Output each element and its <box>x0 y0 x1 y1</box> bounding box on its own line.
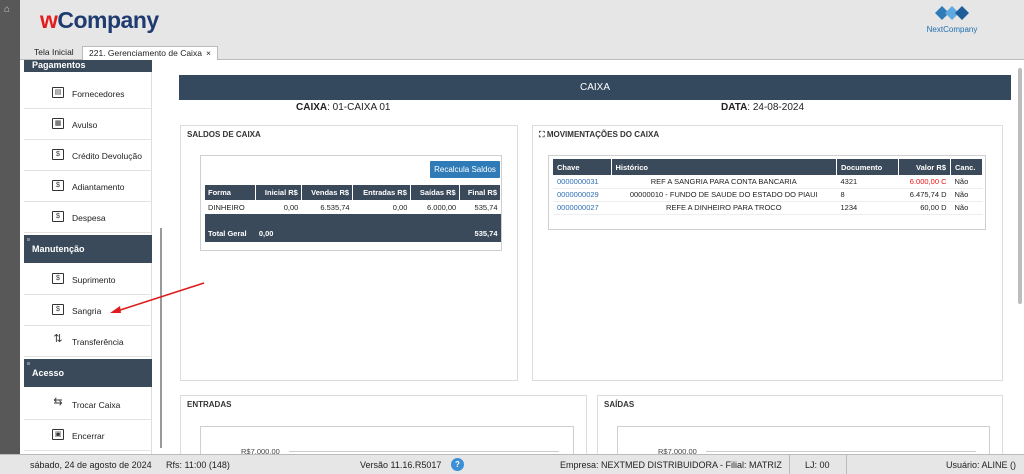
saldos-panel: SALDOS DE CAIXA Recalcula Saldos Forma I… <box>180 125 518 381</box>
sidebar-section-manutencao: Manutenção <box>24 235 152 263</box>
swap-icon: ⇆ <box>53 396 63 408</box>
movimentacoes-table: Chave Histórico Documento Valor R$ Canc.… <box>553 159 983 215</box>
sidebar-item-transferencia[interactable]: ⇅ Transferência <box>24 326 152 357</box>
app-side-strip: ⌂ <box>0 0 20 454</box>
saldos-title: SALDOS DE CAIXA <box>187 130 261 139</box>
saidas-chart: R$7.000,00 <box>617 426 990 456</box>
register-icon: ▦ <box>52 118 64 129</box>
col-chave[interactable]: Chave <box>553 159 612 175</box>
status-date: sábado, 24 de agosto de 2024 <box>30 460 152 470</box>
chave-link[interactable]: 0000000029 <box>553 188 611 202</box>
help-icon[interactable]: ? <box>451 458 464 471</box>
saldos-header-row: Forma Inicial R$ Vendas R$ Entradas R$ S… <box>205 185 502 200</box>
sidebar-item-encerrar[interactable]: ▣ Encerrar <box>24 420 152 451</box>
col-saidas[interactable]: Saídas R$ <box>410 185 460 200</box>
entradas-gridline <box>289 451 559 452</box>
table-row[interactable]: 0000000029 00000010 - FUNDO DE SAUDE DO … <box>553 188 983 202</box>
col-historico[interactable]: Histórico <box>611 159 837 175</box>
entradas-chart: R$7.000,00 <box>200 426 574 456</box>
col-documento[interactable]: Documento <box>836 159 899 175</box>
status-version: Versão 11.16.R5017 <box>360 460 442 470</box>
data-info: DATA: 24-08-2024 <box>721 102 805 113</box>
saldos-table: Forma Inicial R$ Vendas R$ Entradas R$ S… <box>205 185 502 242</box>
transfer-arrows-icon: ⇅ <box>53 333 63 345</box>
cash-in-icon: $ <box>52 273 64 284</box>
mov-header-row: Chave Histórico Documento Valor R$ Canc. <box>553 159 983 175</box>
col-inicial[interactable]: Inicial R$ <box>255 185 302 200</box>
col-canc[interactable]: Canc. <box>950 159 983 175</box>
cash-out-icon: $ <box>52 304 64 315</box>
diamond-logo-icon <box>935 6 969 20</box>
cash-register-icon: ▣ <box>52 429 64 440</box>
movimentacoes-box: Chave Histórico Documento Valor R$ Canc.… <box>548 155 986 230</box>
tab-bar: Tela Inicial 221. Gerenciamento de Caixa… <box>20 44 1024 60</box>
app-header: wCompany NextCompany <box>20 0 1024 44</box>
total-row: Total Geral 0,00 535,74 <box>205 224 501 242</box>
col-final[interactable]: Final R$ <box>459 185 502 200</box>
movimentacoes-panel: ⛶ MOVIMENTAÇÕES DO CAIXA Chave Histórico… <box>532 125 1003 381</box>
saidas-gridline <box>706 451 976 452</box>
annotation-arrow-icon <box>110 282 205 313</box>
document-money-icon: $ <box>52 211 64 222</box>
sidebar-item-avulso[interactable]: ▦ Avulso <box>24 109 152 140</box>
table-spacer-row <box>205 214 501 224</box>
status-bar: sábado, 24 de agosto de 2024 Rfs: 11:00 … <box>0 454 1024 474</box>
saldos-box: Recalcula Saldos Forma Inicial R$ Vendas… <box>200 155 502 251</box>
col-entradas[interactable]: Entradas R$ <box>352 185 411 200</box>
table-row[interactable]: 0000000031 REF A SANGRIA PARA CONTA BANC… <box>553 175 983 189</box>
tab-tela-inicial[interactable]: Tela Inicial <box>28 46 80 60</box>
status-loja: LJ: 00 <box>805 460 830 470</box>
truck-icon: ▤ <box>52 87 64 98</box>
entradas-title: ENTRADAS <box>187 400 232 409</box>
table-row[interactable]: 0000000027 REFE A DINHEIRO PARA TROCO 12… <box>553 201 983 215</box>
caixa-banner: CAIXA <box>179 75 1011 100</box>
status-rfs: Rfs: 11:00 (148) <box>166 460 230 470</box>
sidebar-section-acesso: Acesso <box>24 359 152 387</box>
sidebar-scrollbar[interactable] <box>160 228 162 448</box>
status-usuario: Usuário: ALINE () <box>946 460 1017 470</box>
chave-link[interactable]: 0000000031 <box>553 175 611 189</box>
main-scrollbar[interactable] <box>1018 68 1022 304</box>
entradas-panel: ENTRADAS R$7.000,00 <box>180 395 587 456</box>
saidas-title: SAÍDAS <box>604 400 635 409</box>
cash-icon: $ <box>52 180 64 191</box>
partner-name: NextCompany <box>926 25 978 34</box>
brand-logo: wCompany <box>40 7 159 33</box>
col-forma[interactable]: Forma <box>205 185 257 200</box>
sidebar-item-fornecedores[interactable]: ▤ Fornecedores <box>24 78 152 109</box>
col-vendas[interactable]: Vendas R$ <box>301 185 354 200</box>
home-icon[interactable]: ⌂ <box>4 4 10 15</box>
sidebar-item-credito-devolucao[interactable]: $ Crédito Devolução <box>24 140 152 171</box>
sidebar-menu: Pagamentos ▤ Fornecedores ▦ Avulso $ Crédit… <box>24 60 152 454</box>
tab-gerenciamento-caixa[interactable]: 221. Gerenciamento de Caixa × <box>82 46 218 60</box>
col-valor[interactable]: Valor R$ <box>898 159 951 175</box>
partner-logo: NextCompany <box>922 4 982 36</box>
close-tab-icon[interactable]: × <box>206 48 211 58</box>
chave-link[interactable]: 0000000027 <box>553 201 611 215</box>
movimentacoes-title: ⛶ MOVIMENTAÇÕES DO CAIXA <box>539 130 660 139</box>
status-empresa: Empresa: NEXTMED DISTRIBUIDORA - Filial:… <box>560 460 782 470</box>
sidebar-item-adiantamento[interactable]: $ Adiantamento <box>24 171 152 202</box>
sidebar-item-trocar-caixa[interactable]: ⇆ Trocar Caixa <box>24 389 152 420</box>
sidebar-section-pagamentos: Pagamentos <box>24 60 152 72</box>
caixa-info: CAIXA: 01-CAIXA 01 <box>296 102 391 113</box>
saidas-panel: SAÍDAS R$7.000,00 <box>597 395 1003 456</box>
money-hand-icon: $ <box>52 149 64 160</box>
recalcula-saldos-button[interactable]: Recalcula Saldos <box>430 161 500 178</box>
expand-icon[interactable]: ⛶ <box>539 130 547 139</box>
table-row[interactable]: DINHEIRO 0,00 6.535,74 0,00 6.000,00 535… <box>205 200 501 214</box>
sidebar-item-despesa[interactable]: $ Despesa <box>24 202 152 233</box>
